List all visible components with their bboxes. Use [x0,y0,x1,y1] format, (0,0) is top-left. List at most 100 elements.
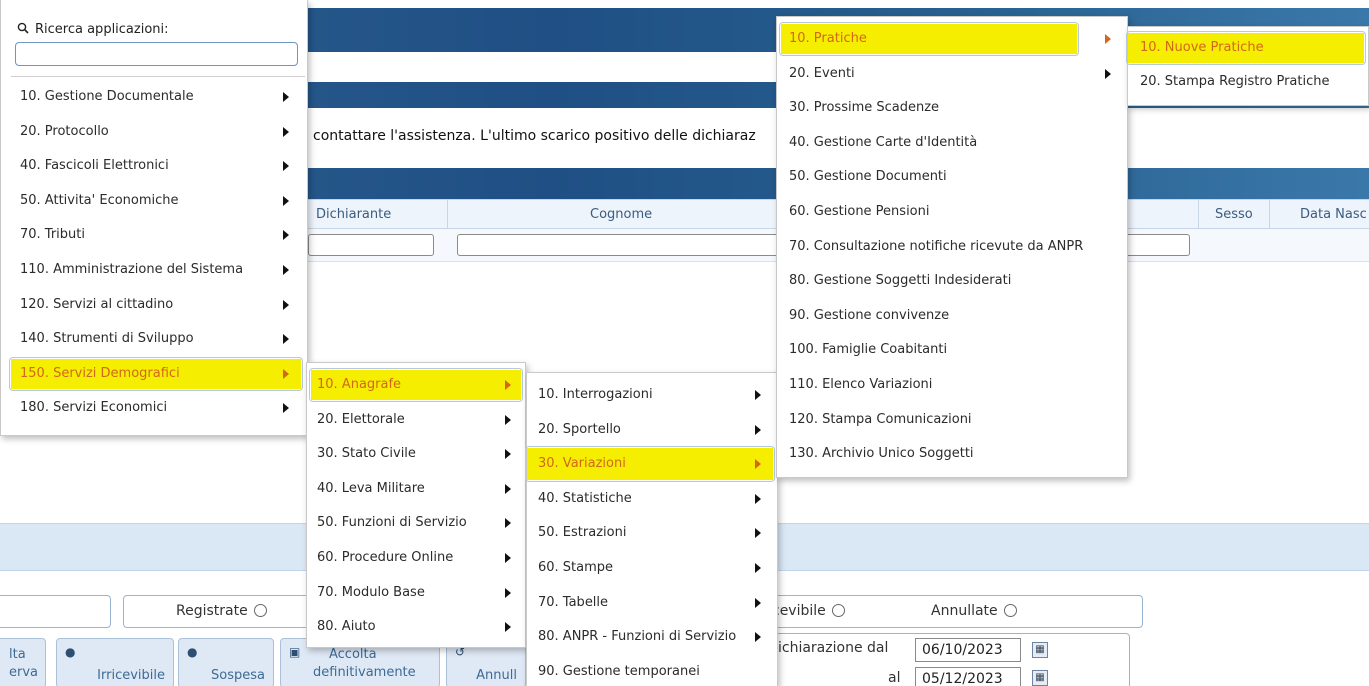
menu-item[interactable]: 70. Consultazione notifiche ricevute da … [777,232,1127,262]
menu-item-label: 30. Prossime Scadenze [789,100,940,116]
calendar-icon[interactable]: ▦ [1032,642,1048,658]
menu-item-label: 20. Eventi [789,65,855,81]
menu-item[interactable]: 110. Elenco Variazioni [777,370,1127,400]
menu-item-label: 40. Statistiche [538,490,632,506]
submenu-arrow-icon [283,334,289,345]
menu-item[interactable]: 90. Gestione temporanei [527,656,777,686]
submenu-arrow-icon [755,597,761,608]
submenu-arrow-icon [755,632,761,643]
highlight-frame [779,22,1079,56]
menu-item-label: 10. Gestione Documentale [20,89,194,104]
menu-item[interactable]: 10. Gestione Documentale [1,82,307,112]
pratiche-submenu: 10. Nuove Pratiche 20. Stampa Registro Pr… [1126,26,1369,106]
menu-item[interactable]: 20. Elettorale [307,405,525,435]
filter-dichiarante-input[interactable] [308,234,434,256]
menu-item[interactable]: 40. Leva Militare [307,474,525,504]
irricevibile-button[interactable]: ● Irricevibile [56,638,174,686]
menu-item[interactable]: 50. Attivita' Economiche [1,186,307,216]
menu-item[interactable]: 50. Funzioni di Servizio [307,508,525,538]
menu-item[interactable]: 110. Amministrazione del Sistema [1,255,307,285]
menu-item-label: 70. Tributi [20,227,85,243]
menu-item[interactable]: 60. Stampe [527,552,777,584]
riserva-button[interactable]: lta erva [0,638,46,686]
search-area: Ricerca applicazioni: [1,0,309,76]
search-input[interactable] [15,42,298,66]
submenu-arrow-icon [283,299,289,310]
menu-item[interactable]: 50. Estrazioni [527,517,777,549]
radio-circle-icon[interactable] [831,604,845,617]
menu-item[interactable]: 100. Famiglie Coabitanti [777,335,1127,365]
menu-item-label: 40. Leva Militare [317,480,425,496]
sospesa-button[interactable]: ● Sospesa [178,638,274,686]
menu-item[interactable]: 80. Aiuto [307,612,525,642]
column-header-cognome[interactable]: Cognome [590,207,652,222]
menu-item-label: 60. Stampe [538,560,614,575]
menu-item[interactable]: 50. Gestione Documenti [777,162,1127,192]
menu-item-label: 80. Aiuto [317,619,376,635]
menu-item[interactable]: 70. Modulo Base [307,578,525,608]
menu-item[interactable]: 140. Strumenti di Sviluppo [1,324,307,354]
highlight-frame [525,446,775,483]
radio-circle-icon[interactable] [253,604,267,617]
submenu-arrow-icon [505,414,511,425]
save-icon: ▣ [289,645,301,659]
menu-item[interactable]: 80. Gestione Soggetti Indesiderati [777,266,1127,296]
submenu-arrow-icon [283,230,289,241]
menu-item-label: 30. Stato Civile [317,446,416,462]
menu-item-label: 20. Protocollo [20,123,109,139]
submenu-arrow-icon [755,563,761,573]
anagrafe-submenu: 10. Interrogazioni 20. Sportello 30. Varia… [525,372,778,686]
date-to-input[interactable]: 05/12/2023 [915,667,1021,686]
menu-item-label: 60. Gestione Pensioni [789,204,930,219]
column-separator [1269,200,1270,230]
date-to-label: al [888,670,901,686]
radio-annullate[interactable]: Annullate [931,603,1017,619]
search-icon [17,22,29,38]
menu-item[interactable]: 60. Gestione Pensioni [777,197,1127,227]
radio-circle-icon[interactable] [1003,604,1017,617]
highlight-frame [9,356,303,391]
date-range-box: ichiarazione dal 06/10/2023 ▦ al 05/12/2… [775,633,1130,686]
menu-item[interactable]: 120. Stampa Comunicazioni [777,405,1127,435]
column-header-data-nascita[interactable]: Data Nasc [1300,207,1367,222]
date-from-label: ichiarazione dal [778,640,889,656]
menu-item[interactable]: 20. Eventi [777,59,1127,89]
menu-item[interactable]: 30. Stato Civile [307,439,525,469]
column-separator [1198,200,1199,230]
menu-item[interactable]: 70. Tabelle [527,587,777,619]
menu-item[interactable]: 180. Servizi Economici [1,393,307,423]
menu-item[interactable]: 20. Stampa Registro Pratiche [1128,67,1368,97]
menu-item[interactable]: 40. Gestione Carte d'Identità [777,128,1127,158]
warning-message: contattare l'assistenza. L'ultimo scaric… [313,128,756,144]
menu-item[interactable]: 10. Interrogazioni [527,379,777,411]
radio-irricevibile[interactable]: cevibile [772,603,845,619]
submenu-arrow-icon [283,403,289,414]
menu-item-label: 50. Gestione Documenti [789,169,947,185]
menu-item-label: 70. Consultazione notifiche ricevute da … [789,238,1084,254]
calendar-icon[interactable]: ▦ [1032,670,1048,686]
menu-divider [11,76,305,77]
menu-item[interactable]: 130. Archivio Unico Soggetti [777,439,1127,469]
column-header-sesso[interactable]: Sesso [1215,207,1253,222]
menu-item[interactable]: 120. Servizi al cittadino [1,290,307,320]
radio-registrate[interactable]: Registrate [176,603,267,619]
menu-item[interactable]: 30. Prossime Scadenze [777,93,1127,123]
menu-item[interactable]: 80. ANPR - Funzioni di Servizio [527,621,777,653]
menu-item[interactable]: 20. Sportello [527,414,777,446]
column-separator [447,200,448,230]
date-from-input[interactable]: 06/10/2023 [915,638,1021,662]
menu-item-label: 110. Elenco Variazioni [789,377,933,392]
menu-item[interactable]: 60. Procedure Online [307,543,525,573]
menu-item-label: 120. Servizi al cittadino [20,296,174,312]
button-label: erva [9,665,39,680]
menu-item[interactable]: 90. Gestione convivenze [777,301,1127,331]
menu-item[interactable]: 70. Tributi [1,220,307,250]
menu-item-label: 50. Funzioni di Servizio [317,515,467,531]
menu-item-label: 20. Elettorale [317,411,405,427]
menu-item[interactable]: 20. Protocollo [1,117,307,147]
menu-item-label: 180. Servizi Economici [20,400,168,416]
up-circle-icon: ● [187,645,198,659]
menu-item[interactable]: 40. Statistiche [527,483,777,515]
menu-item[interactable]: 40. Fascicoli Elettronici [1,151,307,181]
column-header-dichiarante[interactable]: Dichiarante [316,207,391,222]
